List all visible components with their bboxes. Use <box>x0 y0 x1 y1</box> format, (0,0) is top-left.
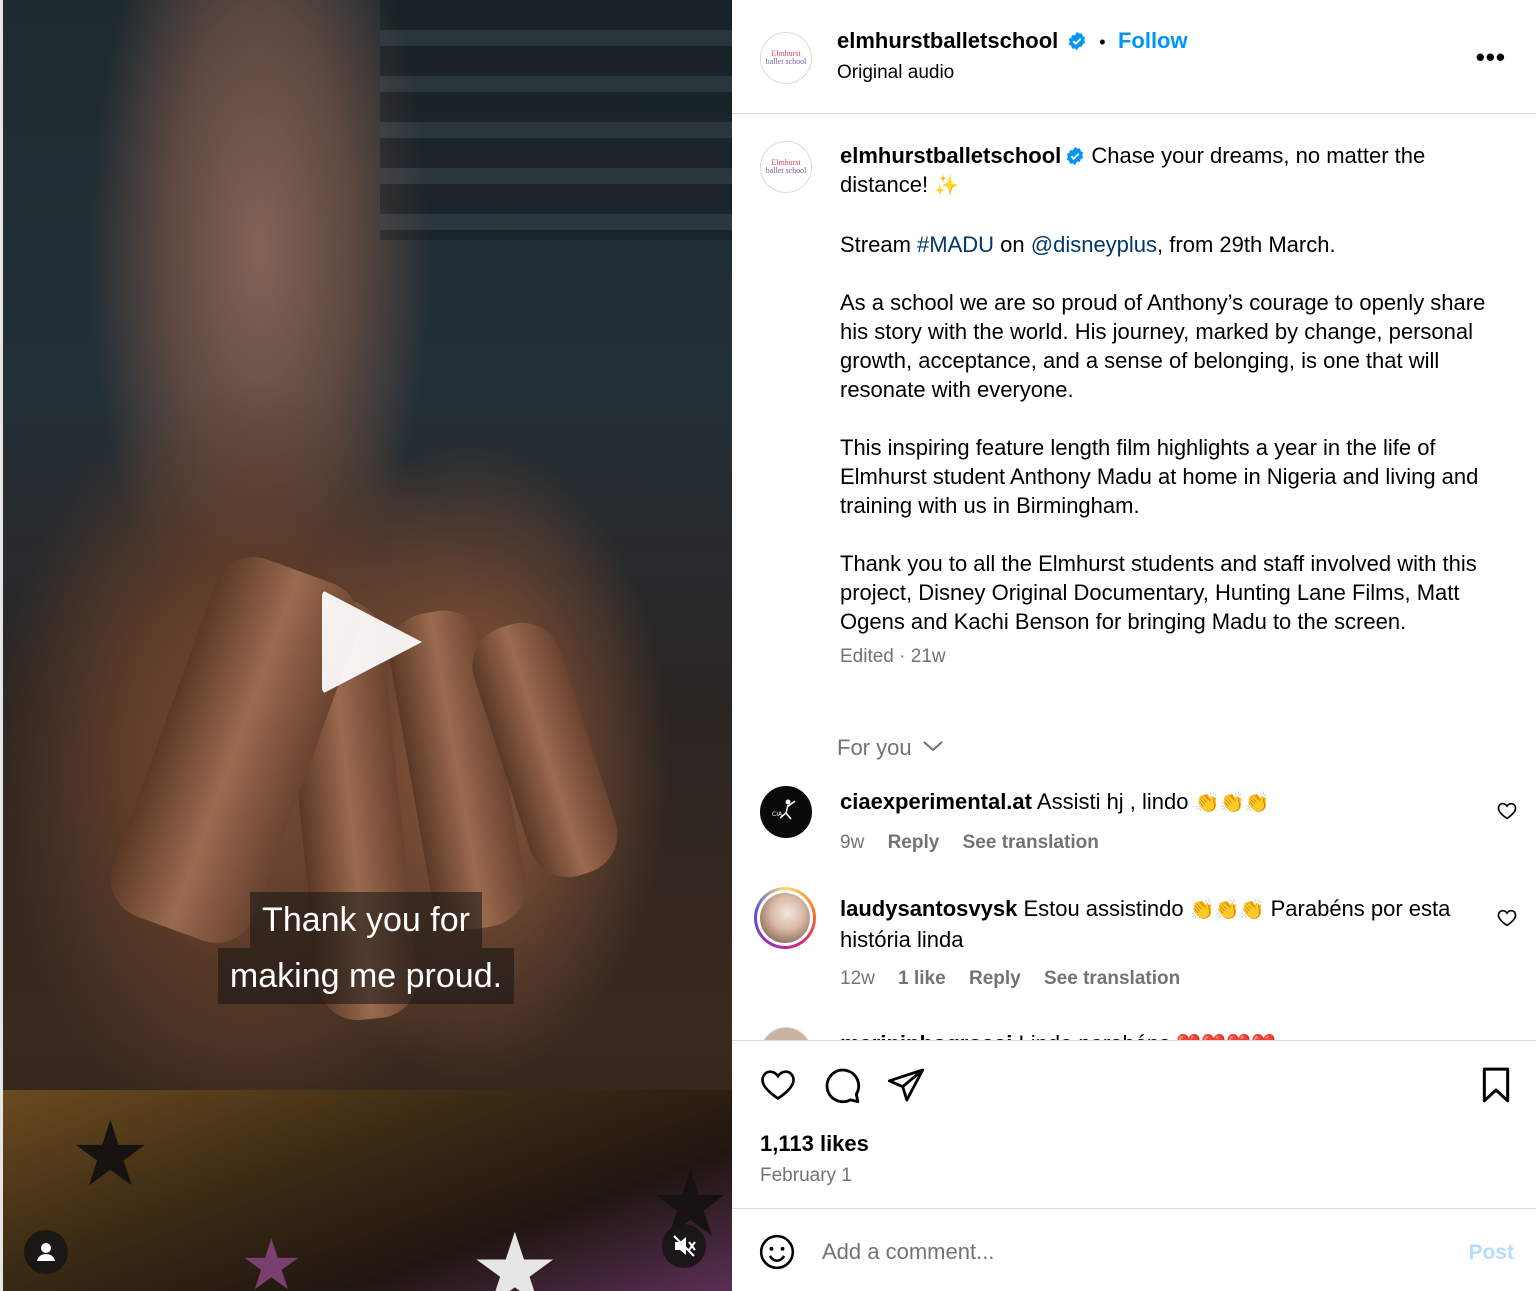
reply-button[interactable]: Reply <box>969 968 1021 989</box>
comment-time[interactable]: 9w <box>840 832 864 853</box>
post-actions: 1,113 likes February 1 <box>732 1040 1536 1208</box>
video-subtitle: Thank you for making me proud. <box>0 892 732 1004</box>
caption-paragraph-4: Thank you to all the Elmhurst students a… <box>840 551 1477 634</box>
reel-video[interactable]: ★ ★ ★ ★ Thank you for making me proud. <box>0 0 732 1291</box>
comment-username[interactable]: laudysantosvysk <box>840 896 1017 921</box>
comment-time[interactable]: 12w <box>840 968 875 989</box>
see-translation-button[interactable]: See translation <box>963 832 1099 853</box>
commenter-avatar[interactable]: CIA <box>760 786 812 838</box>
stream-suffix: , from 29th March. <box>1157 232 1336 257</box>
see-translation-button[interactable]: See translation <box>1044 968 1180 989</box>
edited-label: Edited <box>840 646 894 667</box>
post-caption: elmhurstballetschool Chase your dreams, … <box>840 141 1500 671</box>
stream-on: on <box>994 232 1031 257</box>
comment-username[interactable]: marininhogrossi <box>840 1031 1012 1040</box>
post-header: Elmhurst ballet school elmhurstballetscho… <box>732 0 1536 114</box>
play-icon[interactable] <box>322 590 422 694</box>
like-heart-icon[interactable] <box>758 1065 798 1105</box>
video-edge <box>0 0 3 1291</box>
comment-item: laudysantosvysk Estou assistindo 👏👏👏 Par… <box>840 894 1480 993</box>
comment-likes[interactable]: 1 like <box>898 968 946 989</box>
comment-item: marininhogrossi Lindo parabéns ❤️❤️❤️❤️ <box>840 1029 1480 1040</box>
comment-text: Lindo parabéns <box>1018 1031 1170 1040</box>
hashtag-link[interactable]: #MADU <box>917 232 994 257</box>
avatar-logo-text: Elmhurst ballet school <box>765 158 807 175</box>
likes-count[interactable]: 1,113 likes <box>760 1131 869 1157</box>
follow-button[interactable]: Follow <box>1118 28 1188 53</box>
svg-text:CIA: CIA <box>772 811 783 818</box>
author-username[interactable]: elmhurstballetschool <box>837 28 1058 53</box>
caption-username[interactable]: elmhurstballetschool <box>840 143 1061 168</box>
avatar-logo-text: Elmhurst ballet school <box>765 49 807 66</box>
comment-sort-dropdown[interactable]: For you <box>837 735 944 761</box>
stream-prefix: Stream <box>840 232 918 257</box>
comment-text: Estou assistindo <box>1023 896 1184 921</box>
mention-link[interactable]: @disneyplus <box>1031 232 1157 257</box>
reply-button[interactable]: Reply <box>888 832 940 853</box>
sparkle-emoji: ✨ <box>934 175 960 197</box>
emoji-smiley-icon[interactable] <box>758 1233 796 1271</box>
muted-speaker-icon <box>673 1235 696 1257</box>
subtitle-line-1: Thank you for <box>250 892 482 948</box>
comment-meta: 9w Reply See translation <box>840 828 1480 857</box>
commenter-avatar <box>757 890 813 946</box>
caption-author-avatar[interactable]: Elmhurst ballet school <box>760 141 812 193</box>
verified-badge-icon <box>1068 31 1085 51</box>
like-comment-heart-icon[interactable] <box>1496 800 1518 822</box>
story-ring[interactable] <box>754 887 816 949</box>
comment-bubble-icon[interactable] <box>822 1065 862 1105</box>
star-decoration: ★ <box>470 1214 560 1291</box>
like-comment-heart-icon[interactable] <box>1496 907 1518 929</box>
for-you-label: For you <box>837 735 912 760</box>
more-options-icon[interactable]: ••• <box>1476 42 1506 73</box>
comment-input[interactable] <box>822 1235 1422 1269</box>
post-comment-button[interactable]: Post <box>1468 1241 1514 1265</box>
caption-time[interactable]: 21w <box>911 646 946 667</box>
background-blinds <box>380 0 732 240</box>
share-send-icon[interactable] <box>886 1065 926 1105</box>
caption-meta: Edited · 21w <box>840 646 946 667</box>
post-panel: Elmhurst ballet school elmhurstballetscho… <box>732 0 1536 1291</box>
star-decoration: ★ <box>240 1226 303 1291</box>
tagged-users-button[interactable] <box>24 1230 68 1274</box>
comment-composer: Post <box>732 1208 1536 1291</box>
avatar-photo <box>760 893 810 943</box>
comment-meta: 12w 1 like Reply See translation <box>840 964 1480 993</box>
commenter-avatar[interactable] <box>760 1027 812 1040</box>
save-bookmark-icon[interactable] <box>1476 1065 1516 1105</box>
comment-emoji: 👏👏👏 <box>1189 899 1265 921</box>
caption-paragraph-2: As a school we are so proud of Anthony’s… <box>840 290 1486 402</box>
subtitle-line-2: making me proud. <box>217 948 515 1004</box>
mute-button[interactable] <box>662 1224 706 1268</box>
comment-emoji: 👏👏👏 <box>1194 792 1270 814</box>
post-date[interactable]: February 1 <box>760 1165 852 1187</box>
caption-paragraph-3: This inspiring feature length film highl… <box>840 435 1479 518</box>
comment-item: ciaexperimental.at Assisti hj , lindo 👏👏… <box>840 787 1480 857</box>
user-icon <box>37 1243 55 1261</box>
dancer-logo-icon: CIA <box>772 799 796 820</box>
audio-label[interactable]: Original audio <box>837 62 954 84</box>
comments-scroll-area[interactable]: Elmhurst ballet school elmhurstballetscho… <box>732 115 1536 1040</box>
comment-username[interactable]: ciaexperimental.at <box>840 789 1032 814</box>
comment-text: Assisti hj , lindo <box>1036 789 1189 814</box>
star-decoration: ★ <box>70 1105 151 1205</box>
chevron-down-icon <box>923 741 943 752</box>
verified-badge-icon <box>1067 146 1084 166</box>
author-avatar[interactable]: Elmhurst ballet school <box>760 32 812 84</box>
header-title-row: elmhurstballetschool • Follow <box>837 28 1188 54</box>
separator-dot: • <box>1099 32 1106 52</box>
